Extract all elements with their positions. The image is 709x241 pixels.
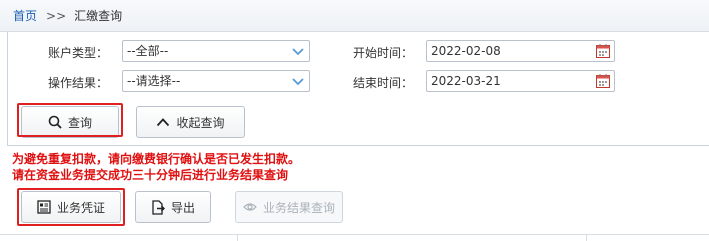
start-time-value: 2022-02-08 — [431, 44, 501, 58]
op-result-select[interactable]: --请选择-- — [122, 70, 310, 92]
op-result-label: 操作结果： — [48, 76, 109, 90]
table-header-border — [0, 234, 709, 235]
chevron-down-icon — [292, 48, 304, 56]
warning-line-2: 请在资金业务提交成功三十分钟后进行业务结果查询 — [12, 168, 289, 182]
table-column-divider — [586, 234, 587, 241]
op-result-value: --请选择-- — [127, 74, 181, 88]
collapse-query-button[interactable]: 收起查询 — [136, 106, 245, 138]
account-type-label: 账户类型： — [48, 46, 109, 60]
account-type-select[interactable]: --全部-- — [122, 40, 310, 62]
calendar-icon[interactable] — [595, 43, 611, 59]
business-result-query-button[interactable]: 业务结果查询 — [235, 191, 343, 223]
eye-icon — [243, 203, 257, 211]
start-time-label: 开始时间： — [353, 46, 414, 60]
query-button-highlight — [17, 103, 123, 137]
breadcrumb-current: 汇缴查询 — [74, 9, 123, 23]
breadcrumb: 首页 >> 汇缴查询 — [0, 0, 709, 32]
breadcrumb-home-link[interactable]: 首页 — [13, 7, 37, 24]
warning-line-1: 为避免重复扣款，请向缴费银行确认是否已发生扣款。 — [12, 152, 301, 166]
table-column-divider — [237, 234, 238, 241]
export-icon — [152, 199, 165, 215]
account-type-value: --全部-- — [127, 44, 169, 58]
calendar-icon[interactable] — [595, 73, 611, 89]
start-time-input[interactable]: 2022-02-08 — [426, 40, 615, 62]
voucher-button-highlight — [17, 188, 125, 226]
end-time-input[interactable]: 2022-03-21 — [426, 70, 615, 92]
breadcrumb-separator: >> — [46, 8, 67, 23]
end-time-label: 结束时间： — [353, 76, 414, 90]
export-button[interactable]: 导出 — [135, 191, 211, 223]
chevron-up-icon — [157, 118, 170, 127]
export-label: 导出 — [170, 200, 195, 215]
collapse-query-label: 收起查询 — [176, 115, 225, 130]
chevron-down-icon — [292, 78, 304, 86]
query-form-panel: 账户类型： --全部-- 开始时间： 2022-02-08 操作结果： --请选… — [7, 32, 709, 146]
end-time-value: 2022-03-21 — [431, 74, 501, 88]
business-result-query-label: 业务结果查询 — [262, 200, 335, 215]
